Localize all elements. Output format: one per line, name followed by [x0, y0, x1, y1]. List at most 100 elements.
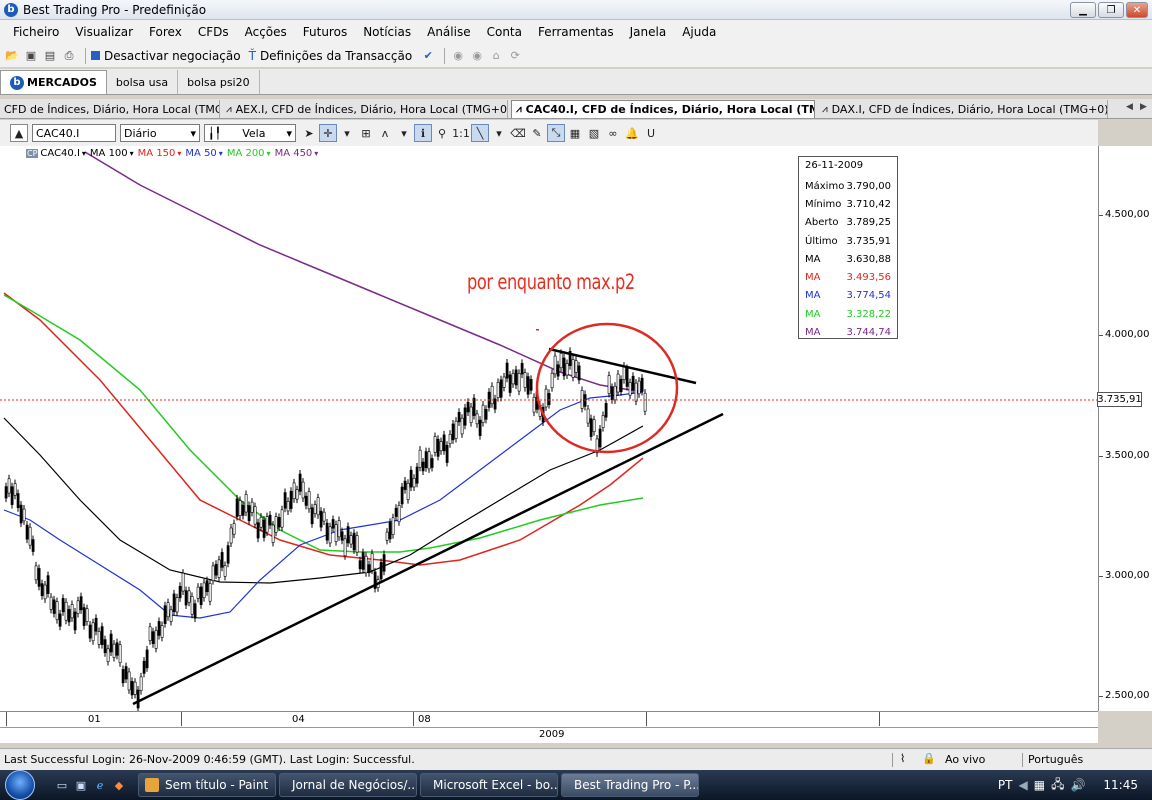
language-indicator[interactable]: PT [998, 778, 1013, 792]
candle [238, 500, 242, 516]
menu-ferramentas[interactable]: Ferramentas [530, 25, 622, 39]
menu-ficheiro[interactable]: Ficheiro [5, 25, 67, 39]
grid-icon[interactable]: ⊞ [357, 124, 375, 142]
trendline-icon[interactable]: ╲ [471, 124, 489, 142]
eraser-icon[interactable]: ⌫ [509, 124, 527, 142]
crosshair-icon[interactable]: ✛ [319, 124, 337, 142]
app-launcher-icon[interactable]: ◆ [111, 777, 127, 793]
alert-bell-icon[interactable]: 🔔 [623, 124, 641, 142]
browser-icon[interactable]: ℯ [92, 777, 108, 793]
menu-accoes[interactable]: Acções [237, 25, 295, 39]
symbol-input[interactable]: CAC40.I [32, 124, 116, 142]
menu-noticias[interactable]: Notícias [355, 25, 419, 39]
candle [319, 510, 323, 528]
chart-style-select[interactable]: ╽╿ Vela ▾ [204, 124, 296, 142]
paint-icon[interactable]: ✎ [528, 124, 546, 142]
home-icon[interactable]: ⌂ [488, 48, 504, 64]
link-icon[interactable]: ∞ [604, 124, 622, 142]
legend-item[interactable]: MA 200 ▾ [227, 148, 271, 159]
scale-1to1-icon[interactable]: 1:1 [452, 124, 470, 142]
cursor-icon[interactable]: ➤ [300, 124, 318, 142]
legend-symbol[interactable]: CP CAC40.I ▾ [26, 148, 86, 159]
menu-conta[interactable]: Conta [479, 25, 530, 39]
tab-bolsa-psi20[interactable]: bolsa psi20 [178, 70, 260, 94]
price-chart-canvas [0, 151, 1098, 711]
candle [19, 504, 23, 524]
start-button[interactable] [0, 770, 40, 800]
forward-icon[interactable]: ◉ [469, 48, 485, 64]
taskbar-excel[interactable]: Microsoft Excel - bo... [420, 773, 558, 797]
compare-icon[interactable]: ▦ [566, 124, 584, 142]
tray-expand-icon[interactable]: ◀ [1018, 778, 1027, 792]
volume-icon[interactable]: 🔊 [1070, 778, 1085, 792]
quicklaunch-app-icon[interactable]: ▣ [73, 777, 89, 793]
taskbar-paint[interactable]: Sem título - Paint [138, 773, 276, 797]
time-axis[interactable]: 01 04 08 2009 [0, 711, 1098, 743]
menu-futuros[interactable]: Futuros [295, 25, 355, 39]
price-chart[interactable] [0, 146, 1098, 711]
data-window-value: 3.789,25 [846, 217, 891, 229]
tab-bolsa-usa[interactable]: bolsa usa [107, 70, 179, 94]
candle [4, 486, 8, 499]
menu-analise[interactable]: Análise [419, 25, 478, 39]
save-all-icon[interactable]: ▤ [42, 48, 58, 64]
dropdown-arrow-icon[interactable]: ▾ [490, 124, 508, 142]
collapse-toolbar-icon[interactable]: ▲ [10, 124, 28, 142]
fit-icon[interactable]: ⤡ [547, 124, 565, 142]
maximize-button[interactable]: ❐ [1098, 2, 1124, 18]
candle [364, 555, 368, 574]
x-axis-divider [0, 727, 1098, 728]
refresh-icon[interactable]: ⟳ [507, 48, 523, 64]
tray-app-icon[interactable]: ▦ [1034, 778, 1045, 792]
open-folder-icon[interactable]: 📂 [4, 48, 20, 64]
signal-icon[interactable]: ⌇ [900, 752, 905, 765]
minimize-button[interactable]: ▁ [1070, 2, 1096, 18]
data-window-row: Máximo 3.790,00 [799, 177, 897, 195]
legend-item[interactable]: MA 150 ▾ [138, 148, 182, 159]
window-title: Best Trading Pro - Predefinição [23, 2, 207, 17]
candle [10, 486, 14, 505]
price-axis[interactable]: 4.500,00 4.000,00 3.500,00 3.000,00 2.50… [1098, 146, 1152, 711]
menu-forex[interactable]: Forex [141, 25, 190, 39]
dropdown-arrow-icon[interactable]: ▾ [338, 124, 356, 142]
legend-item[interactable]: MA 450 ▾ [275, 148, 319, 159]
close-button[interactable]: ✕ [1126, 2, 1148, 18]
transaction-settings-button[interactable]: Ť Definições da Transacção [249, 49, 413, 63]
legend-item[interactable]: MA 100 ▾ [90, 148, 134, 159]
dropdown-arrow-icon[interactable]: ▾ [395, 124, 413, 142]
deactivate-trading-button[interactable]: Desactivar negociação [91, 49, 241, 63]
menu-visualizar[interactable]: Visualizar [67, 25, 141, 39]
menu-cfds[interactable]: CFDs [190, 25, 237, 39]
chart-tab-cfd-indices[interactable]: CFD de Índices, Diário, Hora Local (TMG+… [0, 100, 220, 118]
template-icon[interactable]: ▧ [585, 124, 603, 142]
scroll-tabs-right-icon[interactable]: ▶ [1140, 102, 1147, 112]
candle [343, 538, 347, 557]
indicator-icon[interactable]: ʌ [376, 124, 394, 142]
info-icon[interactable]: ℹ [414, 124, 432, 142]
save-icon[interactable]: ▣ [23, 48, 39, 64]
chart-tab-aex[interactable]: ⩘ AEX.I, CFD de Índices, Diário, Hora Loc… [222, 100, 508, 118]
candle [247, 505, 251, 522]
legend-item[interactable]: MA 50 ▾ [185, 148, 222, 159]
chart-tab-dax[interactable]: ⩘ DAX.I, CFD de Índices, Diário, Hora Loc… [818, 100, 1108, 118]
chart-tab-cac40[interactable]: ⩘ CAC40.I, CFD de Índices, Diário, Hora L… [511, 100, 815, 118]
candle [217, 559, 221, 578]
print-icon[interactable]: ⎙ [61, 48, 77, 64]
clock[interactable]: 11:45 [1103, 778, 1138, 792]
show-desktop-icon[interactable]: ▭ [54, 777, 70, 793]
scroll-tabs-left-icon[interactable]: ◀ [1126, 102, 1133, 112]
back-icon[interactable]: ◉ [450, 48, 466, 64]
network-icon[interactable]: 🖧 [1051, 775, 1064, 796]
taskbar-browser[interactable]: Jornal de Negócios/... [279, 773, 417, 797]
taskbar-best-trading[interactable]: Best Trading Pro - P... [561, 773, 699, 797]
zoom-icon[interactable]: ⚲ [433, 124, 451, 142]
tab-mercados[interactable]: b MERCADOS [0, 70, 107, 94]
menu-janela[interactable]: Janela [622, 25, 675, 39]
interval-select[interactable]: Diário ▾ [120, 124, 200, 142]
data-window-label: MA [805, 272, 821, 284]
lock-icon[interactable]: 🔒 [922, 752, 936, 765]
menu-ajuda[interactable]: Ajuda [674, 25, 724, 39]
data-window-row: MA 3.328,22 [799, 305, 897, 323]
check-icon[interactable]: ✔ [420, 48, 436, 64]
magnet-icon[interactable]: Ս [642, 124, 660, 142]
